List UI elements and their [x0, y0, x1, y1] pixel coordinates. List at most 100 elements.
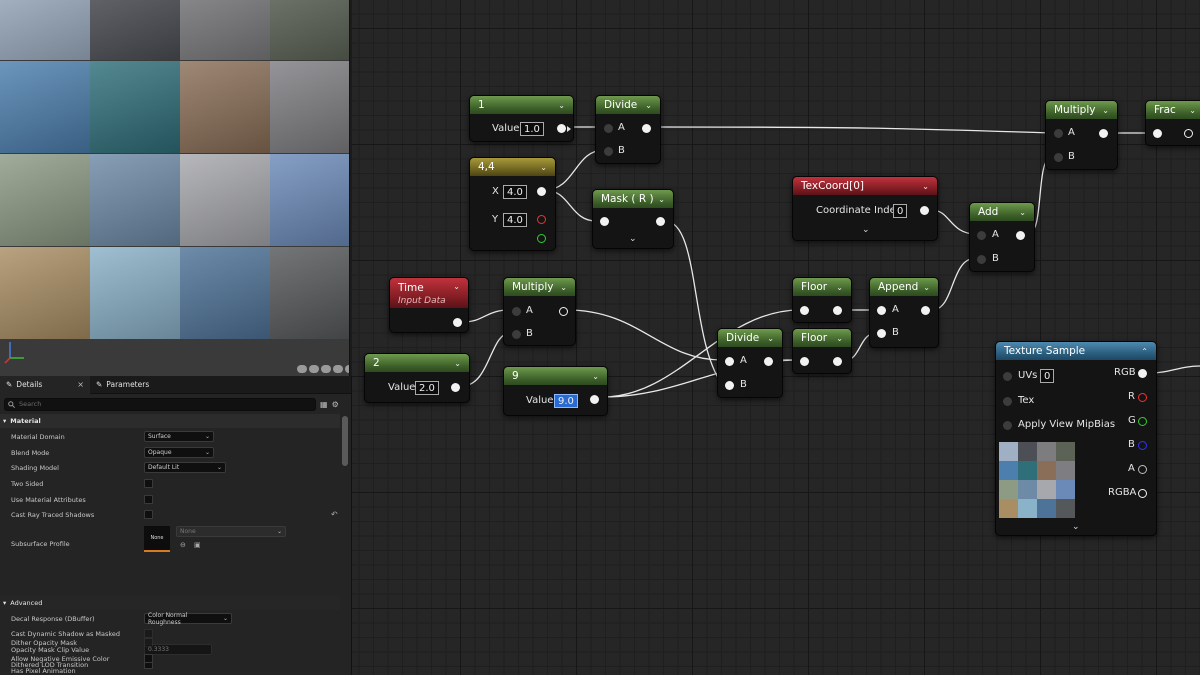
- input-pin-a[interactable]: [977, 231, 986, 240]
- chevron-down-icon[interactable]: ⌄: [767, 334, 774, 343]
- node-constant-4-4-header[interactable]: 4,4 ⌄: [470, 158, 555, 176]
- input-pin-b[interactable]: [977, 255, 986, 264]
- material-category-header[interactable]: ▾ Material: [0, 414, 340, 428]
- chevron-down-icon[interactable]: ⌄: [836, 283, 843, 292]
- gear-icon[interactable]: ⚙: [332, 400, 339, 409]
- output-pin[interactable]: [537, 187, 546, 196]
- value-input[interactable]: 1.0: [520, 122, 544, 136]
- output-pin[interactable]: [453, 318, 462, 327]
- output-pin[interactable]: [920, 206, 929, 215]
- node-divide-2-header[interactable]: Divide ⌄: [718, 329, 782, 347]
- node-constant-2[interactable]: 2 ⌄ Value 2.0: [364, 353, 470, 403]
- input-pin-b[interactable]: [604, 147, 613, 156]
- node-multiply-1[interactable]: Multiply ⌄ A B: [503, 277, 576, 346]
- input-pin[interactable]: [800, 306, 809, 315]
- node-floor-2-header[interactable]: Floor ⌄: [793, 329, 851, 347]
- output-pin-rgb[interactable]: [1138, 369, 1147, 378]
- search-input[interactable]: Search: [4, 397, 316, 411]
- decal-response-select[interactable]: Color Normal Roughness ⌄: [144, 612, 232, 626]
- chevron-down-icon[interactable]: ⌄: [1102, 106, 1109, 115]
- material-preview-viewport[interactable]: [0, 0, 350, 376]
- use-material-attributes-checkbox[interactable]: [144, 495, 153, 504]
- node-divide-1[interactable]: Divide ⌄ A B: [595, 95, 661, 164]
- preview-shape-buttons[interactable]: [297, 365, 349, 373]
- subsurface-profile-select[interactable]: None ⌄: [176, 526, 286, 537]
- uvs-input[interactable]: 0: [1040, 369, 1055, 383]
- input-pin-a[interactable]: [1054, 129, 1063, 138]
- node-divide-2[interactable]: Divide ⌄ A B: [717, 328, 783, 398]
- input-pin-a[interactable]: [725, 357, 734, 366]
- material-domain-select[interactable]: Surface ⌄: [144, 431, 214, 442]
- node-mask[interactable]: Mask ( R ) ⌄ ⌄: [592, 189, 674, 249]
- output-pin[interactable]: [559, 307, 568, 316]
- node-texture-sample-header[interactable]: Texture Sample ⌃: [996, 342, 1156, 360]
- node-multiply-1-header[interactable]: Multiply ⌄: [504, 278, 575, 296]
- reset-icon[interactable]: ↶: [331, 510, 338, 519]
- input-pin[interactable]: [800, 357, 809, 366]
- chevron-down-icon[interactable]: ⌄: [922, 182, 929, 191]
- input-pin-a[interactable]: [512, 307, 521, 316]
- node-constant-2-header[interactable]: 2 ⌄: [365, 354, 469, 372]
- input-pin-tex[interactable]: [1003, 397, 1012, 406]
- expand-icon[interactable]: ⌄: [862, 225, 870, 235]
- chevron-down-icon[interactable]: ⌄: [1189, 106, 1196, 115]
- input-pin-a[interactable]: [604, 124, 613, 133]
- output-pin[interactable]: [833, 357, 842, 366]
- node-multiply-2-header[interactable]: Multiply ⌄: [1046, 101, 1117, 119]
- node-floor-2[interactable]: Floor ⌄: [792, 328, 852, 374]
- input-pin[interactable]: [600, 217, 609, 226]
- two-sided-checkbox[interactable]: [144, 479, 153, 488]
- chevron-down-icon[interactable]: ⌄: [592, 372, 599, 381]
- node-texcoord[interactable]: TexCoord[0] ⌄ Coordinate Index 0 ⌄: [792, 176, 938, 241]
- output-pin-b[interactable]: [1138, 441, 1147, 450]
- node-floor-1[interactable]: Floor ⌄: [792, 277, 852, 323]
- output-pin[interactable]: [833, 306, 842, 315]
- output-pin-g[interactable]: [1138, 417, 1147, 426]
- subsurface-profile-thumbnail[interactable]: None: [144, 526, 170, 552]
- node-texture-sample[interactable]: Texture Sample ⌃ UVs 0 Tex Apply View Mip…: [995, 341, 1157, 536]
- node-append-header[interactable]: Append ⌄: [870, 278, 938, 296]
- grid-view-icon[interactable]: ▦: [320, 400, 328, 409]
- node-constant-9[interactable]: 9 ⌄ Value 9.0: [503, 366, 608, 416]
- chevron-up-icon[interactable]: ⌃: [1141, 347, 1148, 356]
- value-input[interactable]: 2.0: [415, 381, 439, 395]
- cube-icon[interactable]: [333, 365, 343, 373]
- output-pin-r[interactable]: [537, 215, 546, 224]
- coordinate-index-input[interactable]: 0: [893, 204, 908, 218]
- cast-ray-traced-shadows-checkbox[interactable]: [144, 510, 153, 519]
- teapot-icon[interactable]: [345, 365, 349, 373]
- x-value-input[interactable]: 4.0: [503, 185, 527, 199]
- output-pin[interactable]: [451, 383, 460, 392]
- chevron-down-icon[interactable]: ⌄: [1019, 208, 1026, 217]
- node-time-header[interactable]: Time Input Data ⌄: [390, 278, 468, 308]
- node-frac-header[interactable]: Frac ⌄: [1146, 101, 1200, 119]
- details-scrollbar[interactable]: [342, 416, 348, 466]
- output-pin-r[interactable]: [1138, 393, 1147, 402]
- output-pin[interactable]: [764, 357, 773, 366]
- node-constant-1-header[interactable]: 1 ⌄: [470, 96, 573, 114]
- node-append[interactable]: Append ⌄ A B: [869, 277, 939, 348]
- chevron-down-icon[interactable]: ⌄: [558, 101, 565, 110]
- node-mask-header[interactable]: Mask ( R ) ⌄: [593, 190, 673, 208]
- expand-icon[interactable]: ⌄: [1072, 522, 1080, 532]
- chevron-down-icon[interactable]: ⌄: [540, 163, 547, 172]
- expand-icon[interactable]: ⌄: [629, 234, 637, 244]
- node-constant-9-header[interactable]: 9 ⌄: [504, 367, 607, 385]
- folder-icon[interactable]: ▣: [194, 541, 201, 549]
- browse-icon[interactable]: ⊖: [180, 541, 186, 549]
- output-pin[interactable]: [590, 395, 599, 404]
- input-pin-uvs[interactable]: [1003, 372, 1012, 381]
- chevron-down-icon[interactable]: ⌄: [658, 195, 665, 204]
- close-icon[interactable]: ×: [77, 380, 84, 389]
- output-pin[interactable]: [557, 124, 566, 133]
- node-constant-4-4[interactable]: 4,4 ⌄ X 4.0 Y 4.0: [469, 157, 556, 251]
- input-pin-mipbias[interactable]: [1003, 421, 1012, 430]
- tab-details[interactable]: ✎ Details ×: [0, 375, 90, 394]
- chevron-down-icon[interactable]: ⌄: [454, 359, 461, 368]
- output-pin-g[interactable]: [537, 234, 546, 243]
- node-time[interactable]: Time Input Data ⌄: [389, 277, 469, 333]
- node-add-header[interactable]: Add ⌄: [970, 203, 1034, 221]
- output-pin[interactable]: [1016, 231, 1025, 240]
- value-input[interactable]: 9.0: [554, 394, 578, 408]
- output-pin[interactable]: [656, 217, 665, 226]
